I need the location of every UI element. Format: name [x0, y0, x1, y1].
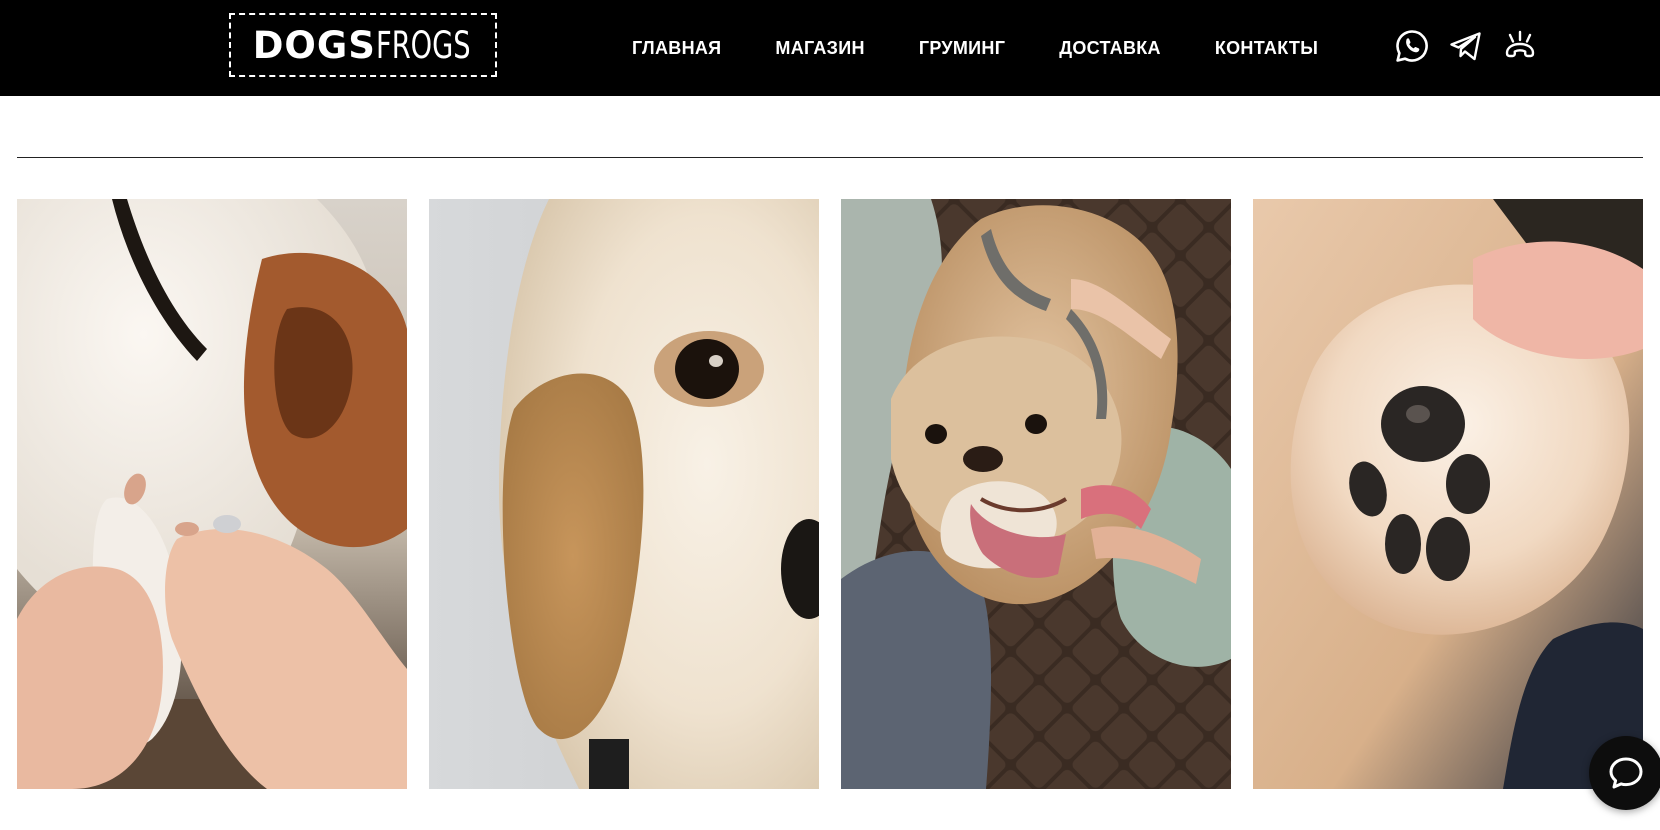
nav-home-link[interactable]: ГЛАВНАЯ [632, 38, 721, 59]
nav-delivery-link[interactable]: ДОСТАВКА [1059, 38, 1161, 59]
gallery-photo-fluffy-dog-eye[interactable] [429, 199, 819, 789]
logo-part-frogs: FROGS [375, 23, 471, 67]
section-divider [17, 157, 1643, 158]
nav-shop-link[interactable]: МАГАЗИН [775, 38, 864, 59]
telegram-icon[interactable] [1448, 28, 1484, 64]
chat-widget-button[interactable] [1589, 736, 1660, 810]
gallery-photo-groomer-paw[interactable] [17, 199, 407, 789]
phone-icon[interactable] [1502, 28, 1538, 64]
logo-part-dogs: DOGS [252, 23, 376, 67]
photo-gallery [17, 199, 1643, 789]
nav-contacts-link[interactable]: КОНТАКТЫ [1215, 38, 1318, 59]
chat-bubble-icon [1609, 757, 1643, 789]
whatsapp-icon[interactable] [1394, 28, 1430, 64]
main-nav: ГЛАВНАЯ МАГАЗИН ГРУМИНГ ДОСТАВКА КОНТАКТ… [632, 0, 1318, 96]
gallery-photo-bulldog[interactable] [841, 199, 1231, 789]
site-header: DOGS FROGS ГЛАВНАЯ МАГАЗИН ГРУМИНГ ДОСТАВ… [0, 0, 1660, 96]
logo[interactable]: DOGS FROGS [229, 13, 497, 77]
social-links [1394, 28, 1538, 68]
gallery-photo-paw-closeup[interactable] [1253, 199, 1643, 789]
nav-grooming-link[interactable]: ГРУМИНГ [919, 38, 1005, 59]
